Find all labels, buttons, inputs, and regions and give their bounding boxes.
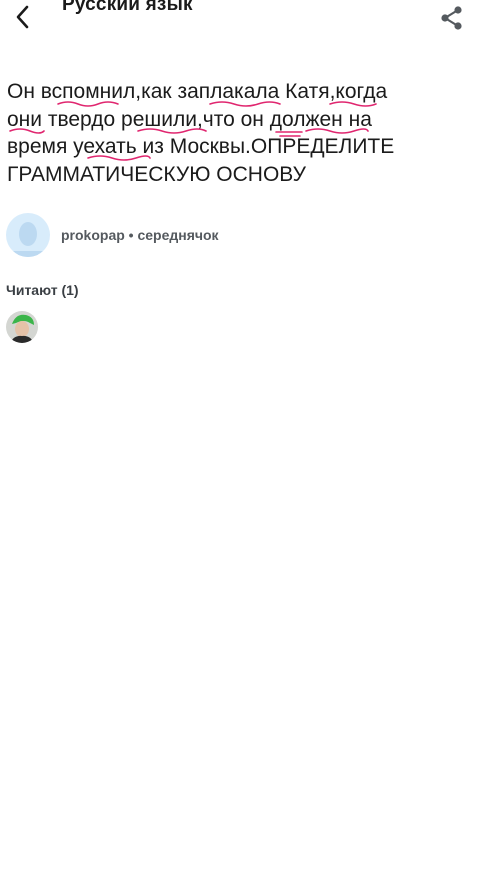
back-button[interactable]	[8, 2, 38, 32]
chevron-left-icon	[16, 5, 29, 29]
top-bar: Русский язык	[0, 0, 500, 40]
author-row[interactable]: prokopap • середнячок	[6, 213, 486, 259]
share-button[interactable]	[438, 4, 466, 32]
question-line: Он вспомнил,как заплакала Катя,когда	[7, 80, 388, 103]
avatar[interactable]	[6, 213, 50, 257]
readers-label: Читают (1)	[6, 282, 79, 298]
subject-title: Русский язык	[62, 0, 193, 15]
reader-photo	[6, 311, 38, 343]
question-line: ГРАММАТИЧЕСКУЮ ОСНОВУ	[7, 162, 306, 186]
question-text: Он вспомнил,как заплакала Катя,когда они…	[7, 78, 477, 188]
default-avatar-icon	[12, 222, 44, 257]
question-line: время уехать из Москвы.ОПРЕДЕЛИТЕ	[7, 135, 395, 158]
reader-avatar[interactable]	[6, 311, 38, 343]
author-name-rank[interactable]: prokopap • середнячок	[61, 227, 219, 243]
share-icon	[441, 6, 462, 30]
question-line: они твердо решили,что он должен на	[7, 107, 372, 131]
